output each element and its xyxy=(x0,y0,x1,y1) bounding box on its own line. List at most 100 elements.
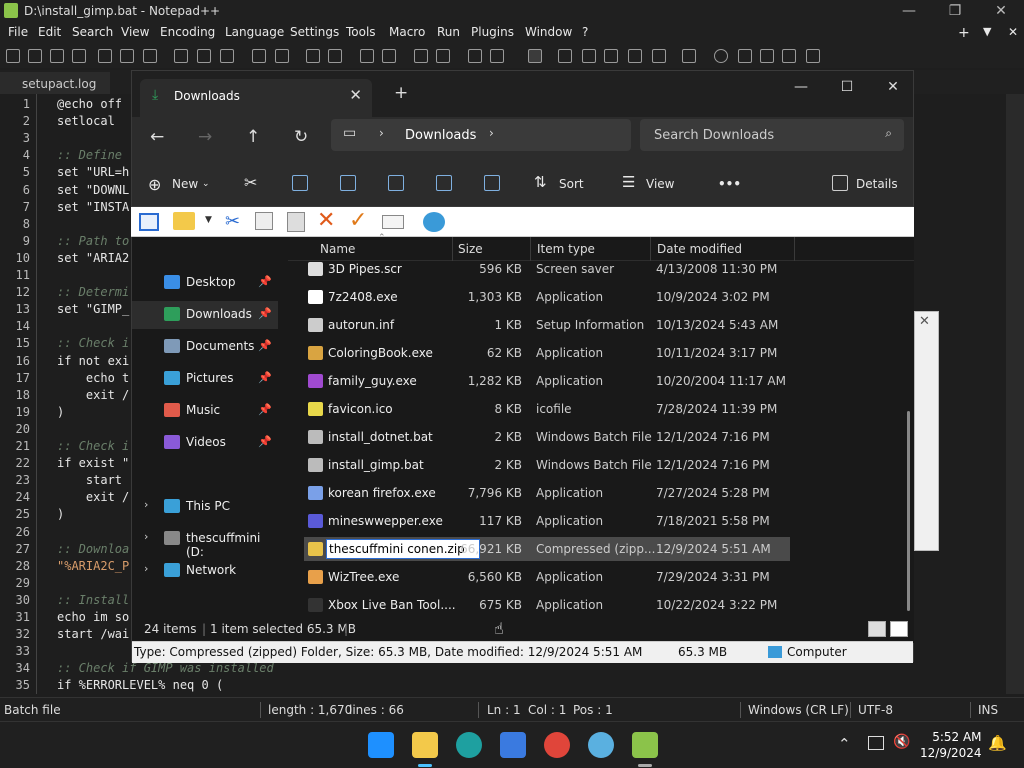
show-all-chars-icon[interactable] xyxy=(490,49,504,63)
sort-button[interactable]: Sort xyxy=(559,177,584,191)
menu-search[interactable]: Search xyxy=(72,25,113,39)
file-row[interactable]: install_gimp.bat 2 KB Windows Batch File 12… xyxy=(304,453,790,477)
copy-icon[interactable] xyxy=(292,175,308,191)
cut-icon[interactable] xyxy=(174,49,188,63)
chevron-right-icon[interactable]: › xyxy=(144,530,148,543)
edge-browser-icon[interactable] xyxy=(456,732,482,758)
file-row[interactable]: 7z2408.exe 1,303 KB Application 10/9/2024 3… xyxy=(304,285,790,309)
code-line[interactable]: :: Define xyxy=(57,148,122,162)
nav-item-thescuffmini[interactable]: › thescuffmini (D: xyxy=(132,525,278,559)
file-row[interactable]: korean firefox.exe 7,796 KB Application 7/2… xyxy=(304,481,790,505)
folder-workspace-icon[interactable] xyxy=(652,49,666,63)
pin-icon[interactable]: 📌 xyxy=(258,403,272,416)
menu-settings[interactable]: Settings xyxy=(290,25,339,39)
explorer-tab-downloads[interactable]: ⤓ Downloads ✕ xyxy=(140,79,372,117)
nav-item-documents[interactable]: Documents 📌 xyxy=(132,333,278,361)
nav-item-pictures[interactable]: Pictures 📌 xyxy=(132,365,278,393)
save-macro-icon[interactable] xyxy=(806,49,820,63)
code-line[interactable]: set "URL=h xyxy=(57,165,129,179)
menu-tools[interactable]: Tools xyxy=(346,25,376,39)
sync-v-icon[interactable] xyxy=(414,49,428,63)
stop-macro-icon[interactable] xyxy=(738,49,752,63)
play-macro-icon[interactable] xyxy=(760,49,774,63)
start-windows-icon[interactable] xyxy=(368,732,394,758)
cut-icon[interactable]: ✂ xyxy=(225,211,240,232)
pin-icon[interactable]: 📌 xyxy=(258,371,272,384)
indent-guide-icon[interactable] xyxy=(528,49,542,63)
menu-file[interactable]: File xyxy=(8,25,28,39)
nav-item-downloads[interactable]: Downloads 📌 xyxy=(132,301,278,329)
column-size[interactable]: Size xyxy=(458,242,483,256)
doc-map-icon[interactable] xyxy=(582,49,596,63)
close-tab-icon[interactable]: ✕ xyxy=(349,86,362,104)
function-list-icon[interactable] xyxy=(604,49,618,63)
code-line[interactable]: "%ARIA2C_P xyxy=(57,559,129,573)
rename-icon[interactable] xyxy=(388,175,404,191)
code-line[interactable]: set "INSTA xyxy=(57,200,129,214)
print-icon[interactable] xyxy=(143,49,157,63)
menu-run[interactable]: Run xyxy=(437,25,460,39)
code-line[interactable]: echo t xyxy=(57,371,129,385)
code-line[interactable]: start /wai xyxy=(57,627,129,641)
code-line[interactable]: ) xyxy=(57,405,64,419)
rename-input[interactable]: thescuffmini conen.zip xyxy=(326,539,480,559)
undo-icon[interactable] xyxy=(252,49,266,63)
share-icon[interactable] xyxy=(436,175,452,191)
new-tab-button[interactable]: + xyxy=(394,83,408,103)
nav-item-this[interactable]: › This PC xyxy=(132,493,278,521)
more-options-button[interactable]: ••• xyxy=(718,177,741,191)
code-line[interactable]: exit / xyxy=(57,388,129,402)
back-icon[interactable]: ← xyxy=(150,127,164,147)
nav-item-network[interactable]: › Network xyxy=(132,557,278,585)
paste-icon[interactable] xyxy=(340,175,356,191)
zoom-out-icon[interactable] xyxy=(382,49,396,63)
file-row[interactable]: autorun.inf 1 KB Setup Information 10/13/20… xyxy=(304,313,790,337)
nav-item-music[interactable]: Music 📌 xyxy=(132,397,278,425)
code-line[interactable]: setlocal xyxy=(57,114,115,128)
word-wrap-icon[interactable] xyxy=(468,49,482,63)
code-line[interactable]: :: Check i xyxy=(57,439,129,453)
delete-icon[interactable] xyxy=(484,175,500,191)
pin-icon[interactable]: 📌 xyxy=(258,435,272,448)
new-file-icon[interactable] xyxy=(6,49,20,63)
nav-item-videos[interactable]: Videos 📌 xyxy=(132,429,278,457)
checkmark-icon[interactable]: ✓ xyxy=(349,208,367,233)
chevron-right-icon[interactable]: › xyxy=(144,562,148,575)
menu-plugins[interactable]: Plugins xyxy=(471,25,514,39)
record-macro-icon[interactable] xyxy=(714,49,728,63)
paste-icon[interactable] xyxy=(287,212,305,232)
chevron-up-icon[interactable]: ⌃ xyxy=(838,735,851,753)
file-explorer-taskbar-icon[interactable] xyxy=(412,732,438,758)
menu-edit[interactable]: Edit xyxy=(38,25,61,39)
menu-view[interactable]: View xyxy=(121,25,149,39)
code-line[interactable]: :: Install xyxy=(57,593,129,607)
notepad-plus-plus-taskbar-icon[interactable] xyxy=(632,732,658,758)
code-line[interactable]: :: Check i xyxy=(57,336,129,350)
up-icon[interactable]: ↑ xyxy=(246,127,260,147)
code-line[interactable]: start xyxy=(57,473,122,487)
code-line[interactable]: @echo off xyxy=(57,97,122,111)
list-scrollbar[interactable] xyxy=(904,261,912,643)
open-file-icon[interactable] xyxy=(28,49,42,63)
chevron-down-icon[interactable]: ▼ xyxy=(205,215,212,225)
network-globe-icon[interactable] xyxy=(423,212,445,232)
find-icon[interactable] xyxy=(306,49,320,63)
lang-icon[interactable] xyxy=(558,49,572,63)
explorer-close-button[interactable]: ✕ xyxy=(870,76,916,98)
monitor-icon[interactable] xyxy=(682,49,696,63)
new-tab-plus-icon[interactable]: + xyxy=(958,25,970,41)
code-line[interactable]: if exist " xyxy=(57,456,129,470)
column-name[interactable]: Name xyxy=(320,242,355,256)
pin-icon[interactable]: 📌 xyxy=(258,275,272,288)
folder-check-icon[interactable] xyxy=(173,212,195,230)
tab-setupact[interactable]: setupact.log xyxy=(0,72,110,94)
file-row[interactable]: family_guy.exe 1,282 KB Application 10/20/2… xyxy=(304,369,790,393)
close-file-icon[interactable] xyxy=(98,49,112,63)
file-row[interactable]: mineswwepper.exe 117 KB Application 7/18/20… xyxy=(304,509,790,533)
minimize-button[interactable]: — xyxy=(886,0,932,22)
chevron-right-icon[interactable]: › xyxy=(144,498,148,511)
replace-icon[interactable] xyxy=(328,49,342,63)
details-view-icon[interactable] xyxy=(868,621,886,637)
code-line[interactable]: set "GIMP_ xyxy=(57,302,129,316)
chrome-icon[interactable] xyxy=(544,732,570,758)
